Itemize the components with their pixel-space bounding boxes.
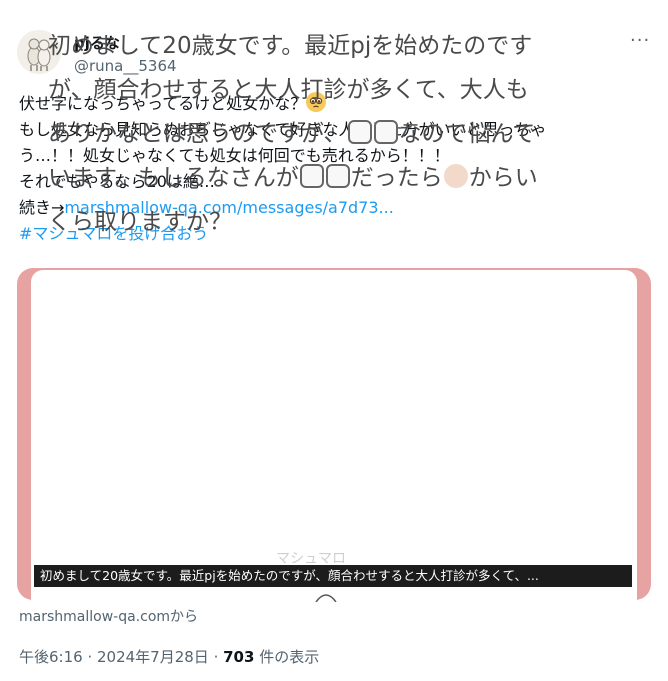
- censored-emoji-icon: [347, 120, 372, 144]
- view-count: 703: [223, 648, 255, 666]
- censored-emoji-icon: [299, 164, 324, 188]
- card-source[interactable]: marshmallow-qa.comから: [19, 606, 198, 626]
- card-caption: 初めまして20歳女です。最近pjを始めたのですが、顔合わせすると大人打診が多くて…: [34, 565, 632, 587]
- old-man-face-icon: [443, 164, 468, 188]
- card-question-text: 初めまして20歳女です。最近pjを始めたのです が、顔合わせすると大人打診が多く…: [48, 33, 538, 235]
- tweet-time[interactable]: 午後6:16: [19, 648, 83, 666]
- marshmallow-logo-icon: [315, 594, 337, 602]
- censored-emoji-icon: [373, 120, 398, 144]
- censored-emoji-icon: [325, 164, 350, 188]
- view-label: 件の表示: [259, 648, 320, 666]
- more-options-icon[interactable]: ···: [630, 30, 650, 51]
- tweet-date[interactable]: 2024年7月28日: [97, 648, 209, 666]
- tweet-meta: 午後6:16 · 2024年7月28日 · 703 件の表示: [19, 648, 320, 666]
